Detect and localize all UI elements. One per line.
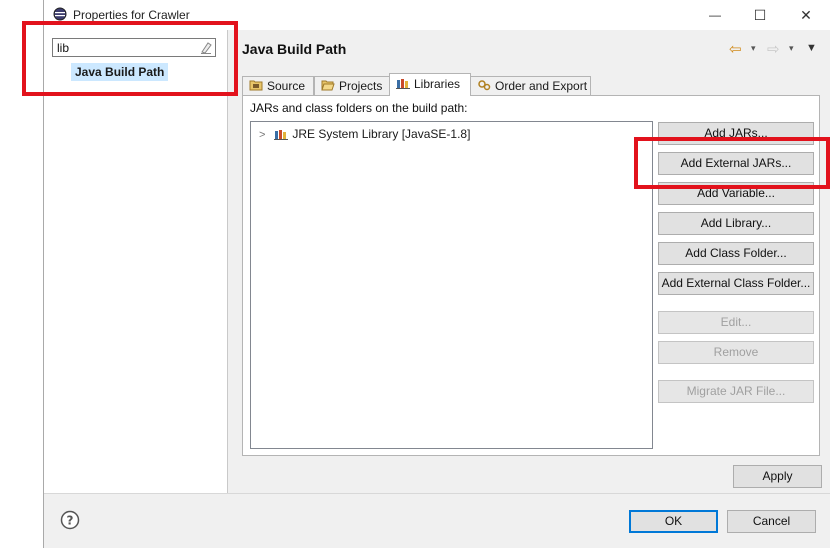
add-library-button[interactable]: Add Library...: [658, 212, 814, 235]
view-menu-icon[interactable]: ▼: [806, 42, 817, 54]
tree-row-jre-system-library[interactable]: > JRE System Library [JavaSE-1.8]: [259, 126, 470, 142]
eclipse-icon: [53, 7, 67, 21]
back-history-dropdown[interactable]: ▾: [751, 43, 756, 54]
migrate-jar-file-button[interactable]: Migrate JAR File...: [658, 380, 814, 403]
forward-arrow-icon[interactable]: ⇨: [767, 40, 780, 58]
expand-chevron-icon[interactable]: >: [259, 127, 271, 143]
add-external-class-folder-button[interactable]: Add External Class Folder...: [658, 272, 814, 295]
filter-highlight-annotation: [22, 21, 238, 96]
library-tree[interactable]: > JRE System Library [JavaSE-1.8]: [250, 121, 653, 449]
add-class-folder-button[interactable]: Add Class Folder...: [658, 242, 814, 265]
library-books-icon: [396, 75, 410, 95]
back-arrow-icon[interactable]: ⇦: [729, 40, 742, 58]
preference-tree-pane: [44, 30, 227, 493]
help-glyph: ?: [67, 514, 74, 528]
apply-button[interactable]: Apply: [733, 465, 822, 488]
help-icon[interactable]: ?: [60, 510, 80, 530]
jre-system-library-label: JRE System Library [JavaSE-1.8]: [292, 127, 471, 141]
build-path-description: JARs and class folders on the build path…: [250, 101, 468, 115]
order-export-icon: [477, 78, 491, 96]
ok-button[interactable]: OK: [629, 510, 718, 533]
page-title: Java Build Path: [242, 41, 347, 57]
edit-button[interactable]: Edit...: [658, 311, 814, 334]
tab-order-and-export[interactable]: Order and Export: [470, 76, 591, 95]
window-title: Properties for Crawler: [73, 8, 190, 22]
library-books-icon: [274, 128, 289, 144]
open-folder-icon: [321, 78, 335, 96]
tab-projects[interactable]: Projects: [314, 76, 390, 95]
minimize-button[interactable]: —: [705, 6, 725, 24]
add-external-jars-highlight-annotation: [634, 137, 830, 189]
tab-source[interactable]: Source: [242, 76, 314, 95]
source-folder-icon: [249, 78, 263, 96]
remove-button[interactable]: Remove: [658, 341, 814, 364]
forward-history-dropdown[interactable]: ▾: [789, 43, 794, 54]
cancel-button[interactable]: Cancel: [727, 510, 816, 533]
close-button[interactable]: ✕: [796, 6, 816, 24]
maximize-button[interactable]: ☐: [750, 6, 770, 24]
tab-libraries[interactable]: Libraries: [389, 73, 471, 96]
